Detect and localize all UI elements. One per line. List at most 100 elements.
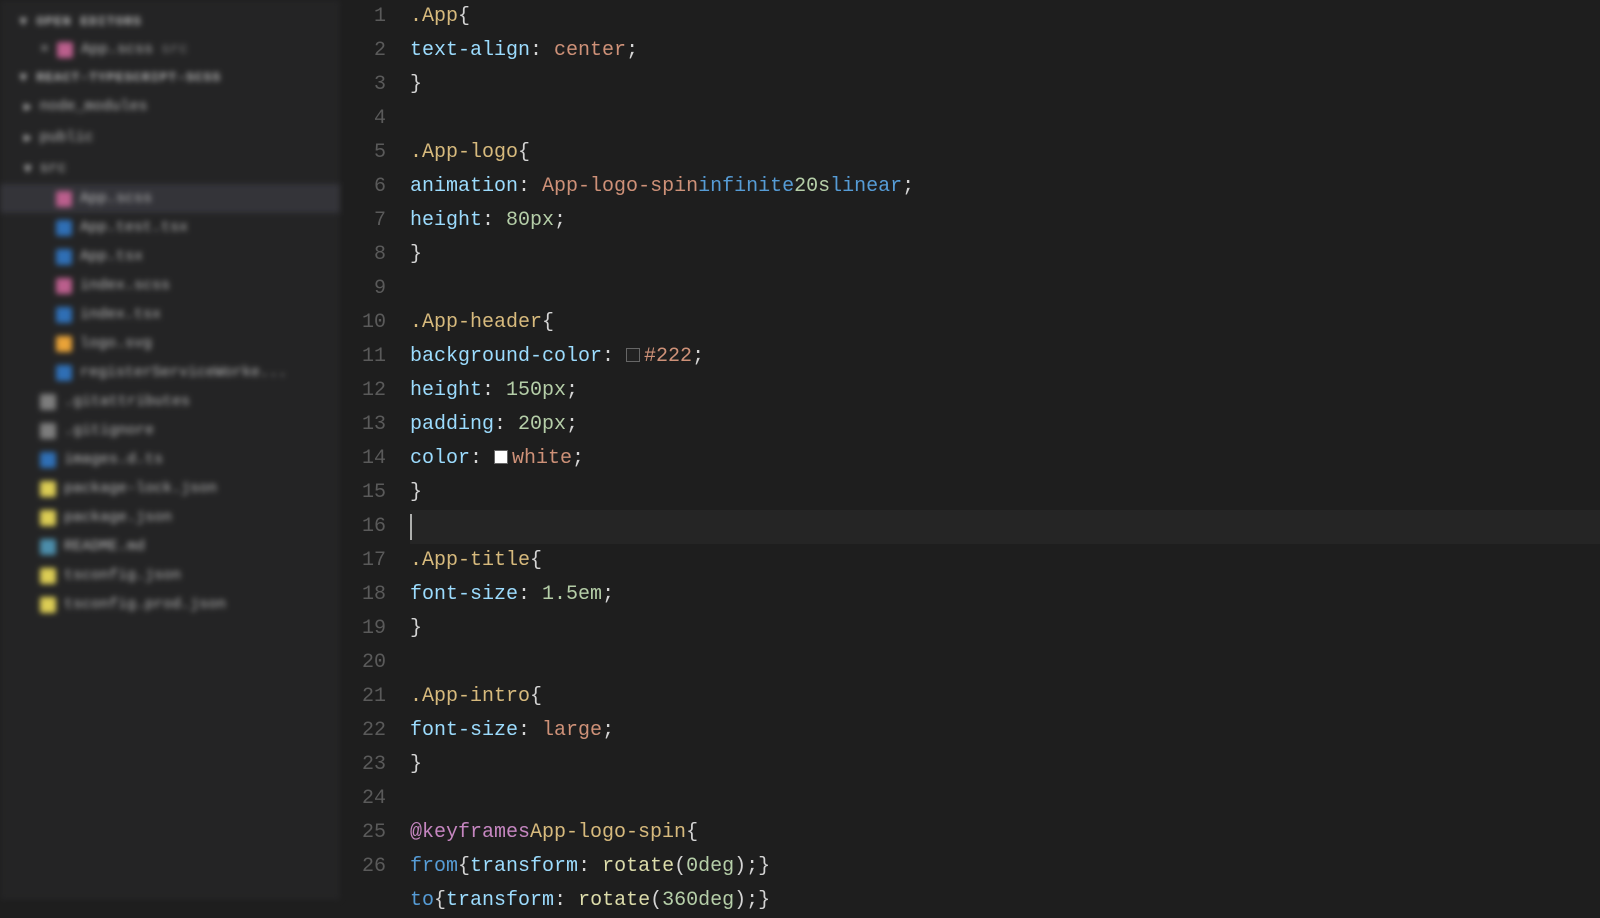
file-item[interactable]: App.test.tsx bbox=[0, 213, 340, 242]
chevron-down-icon: ▾ bbox=[20, 14, 36, 29]
folder-item[interactable]: ▾src bbox=[0, 153, 340, 184]
generic-file-icon bbox=[40, 423, 56, 439]
file-item[interactable]: .gitignore bbox=[0, 416, 340, 445]
code-line[interactable] bbox=[410, 510, 1600, 544]
code-line[interactable]: padding: 20px; bbox=[410, 408, 1600, 442]
line-number: 5 bbox=[340, 136, 386, 170]
file-item[interactable]: images.d.ts bbox=[0, 445, 340, 474]
code-line[interactable]: } bbox=[410, 612, 1600, 646]
folder-item[interactable]: ▸public bbox=[0, 122, 340, 153]
chevron-down-icon: ▾ bbox=[20, 70, 36, 85]
close-icon[interactable]: × bbox=[40, 41, 49, 58]
file-item[interactable]: README.md bbox=[0, 532, 340, 561]
code-line[interactable] bbox=[410, 646, 1600, 680]
file-item[interactable]: index.scss bbox=[0, 271, 340, 300]
code-line[interactable]: text-align: center; bbox=[410, 34, 1600, 68]
ts-file-icon bbox=[56, 307, 72, 323]
code-line[interactable] bbox=[410, 102, 1600, 136]
code-line[interactable]: @keyframes App-logo-spin { bbox=[410, 816, 1600, 850]
open-editor-item[interactable]: × App.scss src bbox=[0, 35, 340, 64]
code-token-const: from bbox=[410, 850, 458, 884]
tree-item-label: logo.svg bbox=[80, 335, 152, 352]
color-swatch-icon[interactable] bbox=[494, 450, 508, 464]
file-item[interactable]: registerServiceWorke... bbox=[0, 358, 340, 387]
line-number: 9 bbox=[340, 272, 386, 306]
code-line[interactable]: animation: App-logo-spin infinite 20s li… bbox=[410, 170, 1600, 204]
color-swatch-icon[interactable] bbox=[626, 348, 640, 362]
code-token-selector: .App bbox=[410, 0, 458, 34]
code-token-number: 20s bbox=[794, 170, 830, 204]
code-content[interactable]: .App { text-align: center;} .App-logo { a… bbox=[410, 0, 1600, 900]
line-number: 8 bbox=[340, 238, 386, 272]
line-number: 6 bbox=[340, 170, 386, 204]
code-token-punct: ; bbox=[554, 204, 566, 238]
file-item[interactable]: App.scss bbox=[0, 184, 340, 213]
line-number: 17 bbox=[340, 544, 386, 578]
file-item[interactable]: package-lock.json bbox=[0, 474, 340, 503]
code-line[interactable] bbox=[410, 782, 1600, 816]
code-line[interactable]: font-size: large; bbox=[410, 714, 1600, 748]
tree-item-label: App.test.tsx bbox=[80, 219, 188, 236]
line-number: 24 bbox=[340, 782, 386, 816]
code-line[interactable] bbox=[410, 272, 1600, 306]
code-line[interactable]: height: 150px; bbox=[410, 374, 1600, 408]
code-token-number: 1.5em bbox=[542, 578, 602, 612]
code-token-brace: { bbox=[518, 136, 530, 170]
tree-item-label: src bbox=[40, 160, 67, 177]
open-editors-header[interactable]: ▾ OPEN EDITORS bbox=[0, 8, 340, 35]
line-number: 19 bbox=[340, 612, 386, 646]
file-item[interactable]: App.tsx bbox=[0, 242, 340, 271]
tree-item-label: .gitignore bbox=[64, 422, 154, 439]
line-number: 12 bbox=[340, 374, 386, 408]
code-editor[interactable]: 1234567891011121314151617181920212223242… bbox=[340, 0, 1600, 900]
tree-item-label: index.scss bbox=[80, 277, 170, 294]
code-line[interactable]: background-color: #222; bbox=[410, 340, 1600, 374]
code-token-number: 360deg bbox=[662, 884, 734, 918]
line-number: 25 bbox=[340, 816, 386, 850]
file-item[interactable]: tsconfig.prod.json bbox=[0, 590, 340, 619]
code-line[interactable]: to { transform: rotate(360deg); } bbox=[410, 884, 1600, 918]
code-line[interactable]: .App-title { bbox=[410, 544, 1600, 578]
code-token-punct: : bbox=[518, 170, 542, 204]
code-line[interactable]: font-size: 1.5em; bbox=[410, 578, 1600, 612]
code-token-punct: ; bbox=[692, 340, 704, 374]
tree-item-label: tsconfig.prod.json bbox=[64, 596, 226, 613]
line-number: 1 bbox=[340, 0, 386, 34]
code-token-number: 150px bbox=[506, 374, 566, 408]
code-token-value: white bbox=[512, 442, 572, 476]
code-line[interactable]: .App-intro { bbox=[410, 680, 1600, 714]
file-explorer-sidebar[interactable]: ▾ OPEN EDITORS × App.scss src ▾ REACT-TY… bbox=[0, 0, 340, 900]
file-item[interactable]: package.json bbox=[0, 503, 340, 532]
tree-item-label: README.md bbox=[64, 538, 145, 555]
code-token-selector: .App-intro bbox=[410, 680, 530, 714]
code-token-const: infinite bbox=[698, 170, 794, 204]
code-token-punct: ; bbox=[902, 170, 914, 204]
code-token-prop: height bbox=[410, 374, 482, 408]
code-token-punct: : bbox=[554, 884, 578, 918]
line-number: 16 bbox=[340, 510, 386, 544]
code-token-punct: ; bbox=[572, 442, 584, 476]
file-item[interactable]: index.tsx bbox=[0, 300, 340, 329]
code-line[interactable]: } bbox=[410, 476, 1600, 510]
line-number: 2 bbox=[340, 34, 386, 68]
code-line[interactable]: } bbox=[410, 238, 1600, 272]
code-line[interactable]: color: white; bbox=[410, 442, 1600, 476]
code-token-punct: : bbox=[482, 374, 506, 408]
code-line[interactable]: .App { bbox=[410, 0, 1600, 34]
file-item[interactable]: .gitattributes bbox=[0, 387, 340, 416]
project-header[interactable]: ▾ REACT-TYPESCRIPT-SCSS bbox=[0, 64, 340, 91]
chevron-right-icon: ▸ bbox=[24, 97, 32, 116]
ts-file-icon bbox=[56, 249, 72, 265]
code-line[interactable]: .App-header { bbox=[410, 306, 1600, 340]
json-file-icon bbox=[40, 481, 56, 497]
code-token-brace: { bbox=[530, 680, 542, 714]
code-line[interactable]: } bbox=[410, 68, 1600, 102]
code-line[interactable]: height: 80px; bbox=[410, 204, 1600, 238]
code-line[interactable]: .App-logo { bbox=[410, 136, 1600, 170]
file-item[interactable]: tsconfig.json bbox=[0, 561, 340, 590]
code-line[interactable]: } bbox=[410, 748, 1600, 782]
file-item[interactable]: logo.svg bbox=[0, 329, 340, 358]
folder-item[interactable]: ▸node_modules bbox=[0, 91, 340, 122]
tree-item-label: package-lock.json bbox=[64, 480, 217, 497]
code-line[interactable]: from { transform: rotate(0deg); } bbox=[410, 850, 1600, 884]
